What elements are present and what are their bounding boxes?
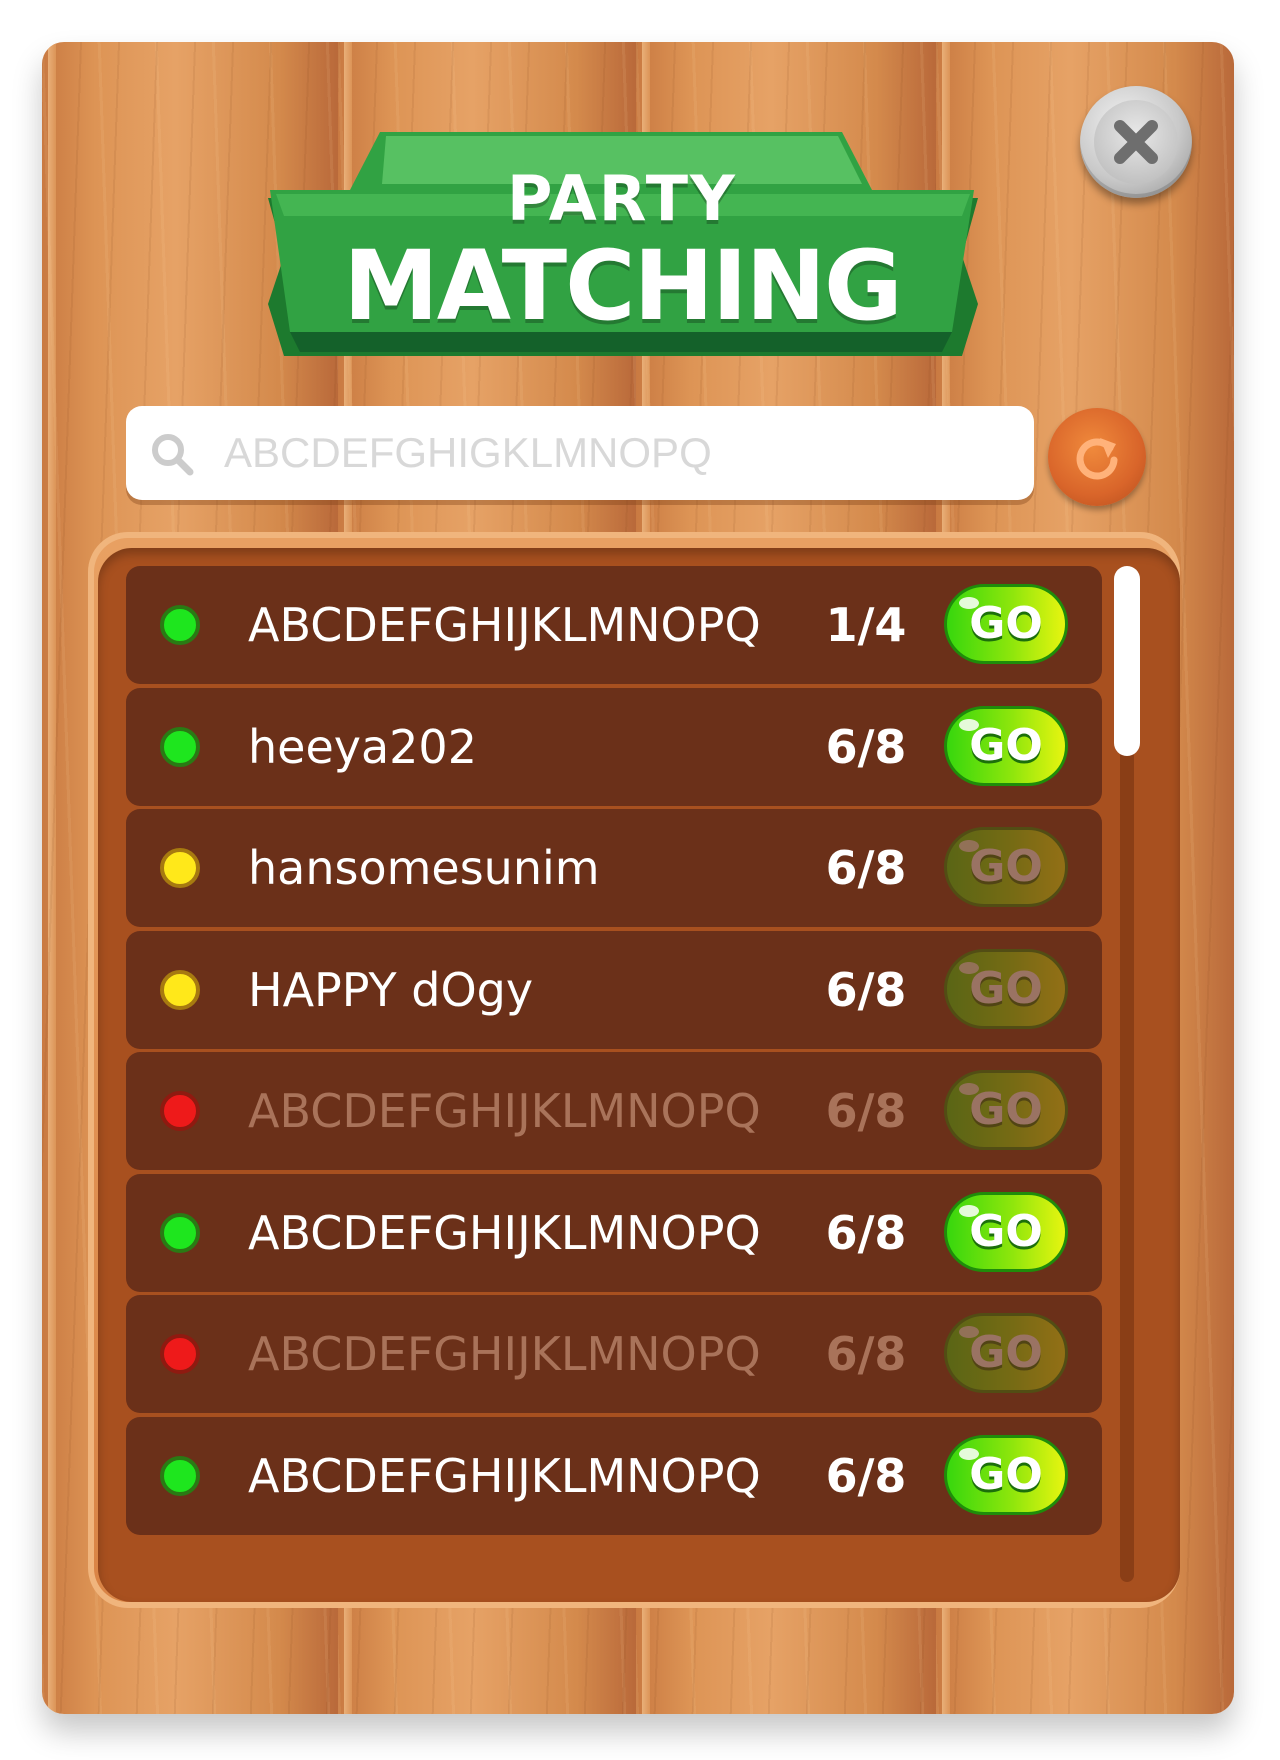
go-button: GO xyxy=(944,827,1068,907)
title-line-matching: MATCHING xyxy=(343,230,903,342)
search-input[interactable] xyxy=(222,420,1016,486)
go-button[interactable]: GO xyxy=(944,584,1068,664)
party-name: HAPPY dOgy xyxy=(248,963,534,1017)
party-name: ABCDEFGHIJKLMNOPQ xyxy=(248,1084,761,1138)
party-row[interactable]: ABCDEFGHIJKLMNOPQ 6/8 GO xyxy=(126,1417,1102,1535)
party-list-panel: ABCDEFGHIJKLMNOPQ 1/4 GO heeya202 6/8 GO hanso… xyxy=(98,548,1180,1602)
party-name: ABCDEFGHIJKLMNOPQ xyxy=(248,1449,761,1503)
party-member-count: 6/8 xyxy=(825,841,907,895)
party-name: ABCDEFGHIJKLMNOPQ xyxy=(248,1327,761,1381)
status-red-icon xyxy=(160,1334,200,1374)
party-member-count: 6/8 xyxy=(825,1327,907,1381)
party-row[interactable]: ABCDEFGHIJKLMNOPQ 1/4 GO xyxy=(126,566,1102,684)
status-green-icon xyxy=(160,1456,200,1496)
party-member-count: 6/8 xyxy=(825,1449,907,1503)
search-bar xyxy=(126,406,1034,500)
status-green-icon xyxy=(160,727,200,767)
refresh-button[interactable] xyxy=(1048,408,1146,506)
status-yellow-icon xyxy=(160,848,200,888)
party-row[interactable]: ABCDEFGHIJKLMNOPQ 6/8 GO xyxy=(126,1174,1102,1292)
party-name: hansomesunim xyxy=(248,841,600,895)
status-red-icon xyxy=(160,1091,200,1131)
title-banner: PARTY MATCHING xyxy=(262,132,982,380)
party-row[interactable]: heeya202 6/8 GO xyxy=(126,688,1102,806)
party-name: ABCDEFGHIJKLMNOPQ xyxy=(248,598,761,652)
title-line-party: PARTY xyxy=(507,162,737,235)
go-button: GO xyxy=(944,1070,1068,1150)
party-member-count: 6/8 xyxy=(825,963,907,1017)
party-row[interactable]: ABCDEFGHIJKLMNOPQ 6/8 GO xyxy=(126,1052,1102,1170)
party-name: ABCDEFGHIJKLMNOPQ xyxy=(248,1206,761,1260)
party-member-count: 6/8 xyxy=(825,1206,907,1260)
scrollbar-thumb[interactable] xyxy=(1114,566,1140,756)
party-member-count: 1/4 xyxy=(825,598,907,652)
party-row[interactable]: hansomesunim 6/8 GO xyxy=(126,809,1102,927)
party-name: heeya202 xyxy=(248,720,477,774)
close-icon xyxy=(1114,120,1158,164)
party-row[interactable]: ABCDEFGHIJKLMNOPQ 6/8 GO xyxy=(126,1295,1102,1413)
go-button[interactable]: GO xyxy=(944,706,1068,786)
go-button[interactable]: GO xyxy=(944,1192,1068,1272)
status-green-icon xyxy=(160,605,200,645)
go-button: GO xyxy=(944,949,1068,1029)
party-list: ABCDEFGHIJKLMNOPQ 1/4 GO heeya202 6/8 GO hanso… xyxy=(126,566,1102,1566)
close-button[interactable] xyxy=(1080,86,1192,198)
party-member-count: 6/8 xyxy=(825,1084,907,1138)
status-yellow-icon xyxy=(160,970,200,1010)
search-icon xyxy=(152,434,194,476)
go-button[interactable]: GO xyxy=(944,1435,1068,1515)
refresh-icon xyxy=(1076,438,1118,480)
go-button: GO xyxy=(944,1313,1068,1393)
party-row[interactable]: HAPPY dOgy 6/8 GO xyxy=(126,931,1102,1049)
party-member-count: 6/8 xyxy=(825,720,907,774)
status-green-icon xyxy=(160,1213,200,1253)
